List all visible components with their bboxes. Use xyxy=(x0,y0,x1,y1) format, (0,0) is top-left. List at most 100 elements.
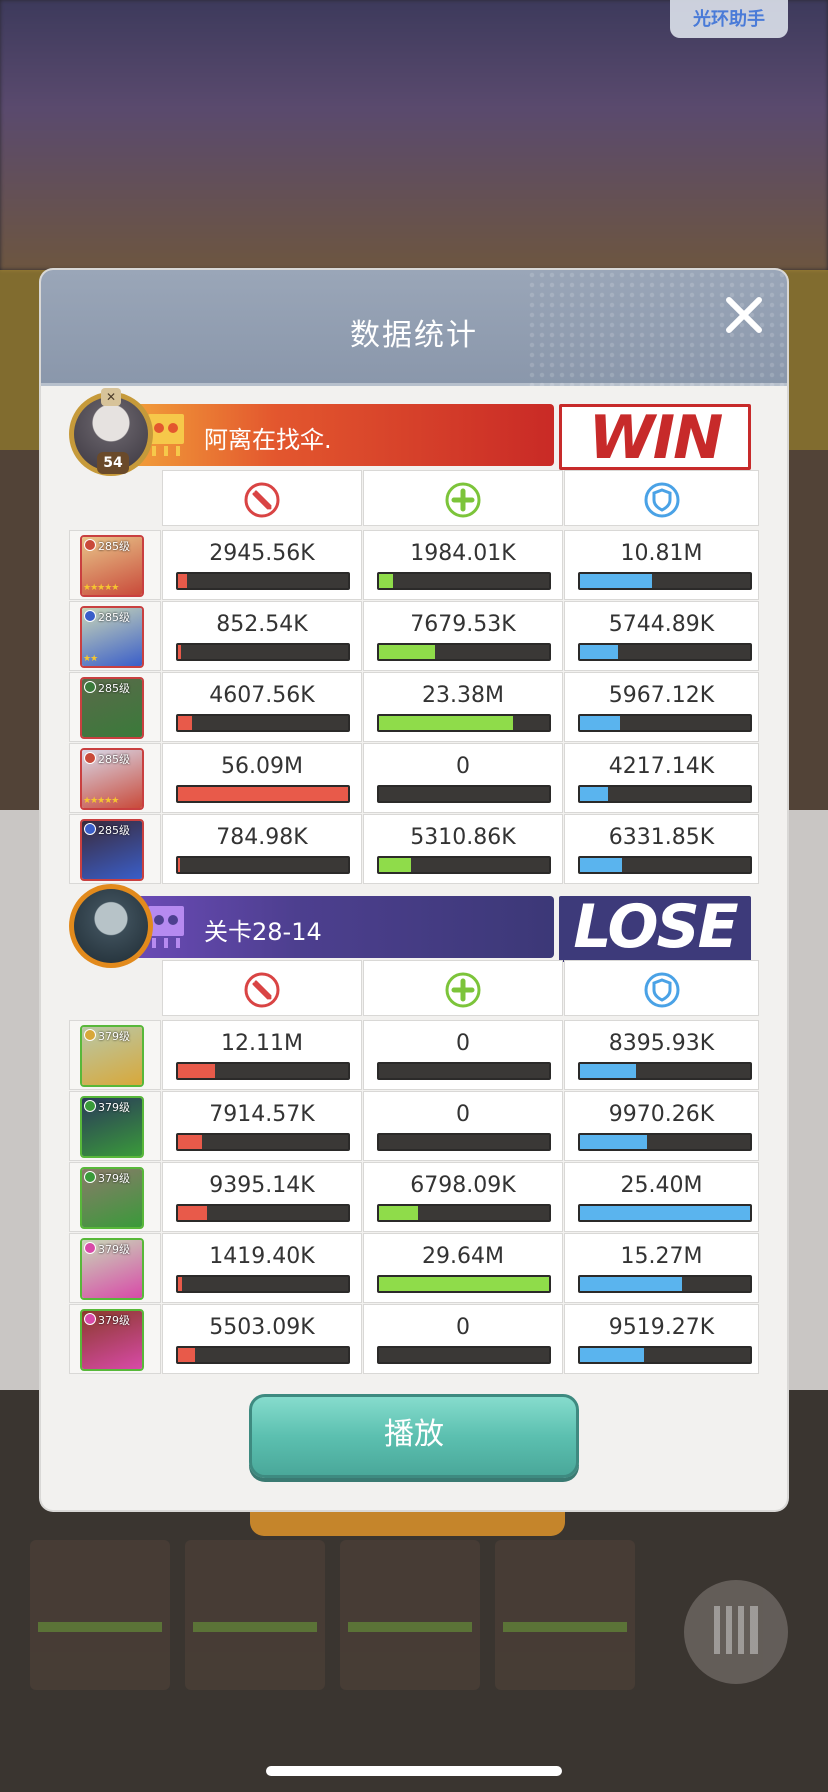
hero-stats-row: 379级 1419.40K 29.64M 15.27M xyxy=(69,1233,759,1303)
damage-bar-fill xyxy=(178,1206,207,1220)
shield-value: 6331.85K xyxy=(608,825,715,850)
hero-stats-row: 285级 784.98K 5310.86K 6331.85K xyxy=(69,814,759,884)
hero-portrait[interactable]: 379级 xyxy=(80,1309,144,1371)
element-icon xyxy=(84,681,96,693)
x-badge: ✕ xyxy=(101,388,121,406)
heal-value: 29.64M xyxy=(422,1244,504,1269)
hero-level: 285级 xyxy=(98,611,130,624)
hero-portrait[interactable]: 285级 ★★★★★ xyxy=(80,535,144,597)
hero-portrait[interactable]: 379级 xyxy=(80,1167,144,1229)
team-name: 阿离在找伞. xyxy=(204,426,332,454)
enemy-avatar[interactable] xyxy=(69,884,153,968)
shield-value: 5967.12K xyxy=(608,683,715,708)
hero-portrait[interactable]: 285级 xyxy=(80,677,144,739)
damage-bar-fill xyxy=(178,1277,183,1291)
damage-bar xyxy=(176,1133,350,1151)
shield-icon xyxy=(644,482,679,518)
element-icon xyxy=(84,539,96,551)
shield-value: 25.40M xyxy=(620,1173,703,1198)
damage-bar-fill xyxy=(178,716,192,730)
damage-value: 7914.57K xyxy=(209,1102,315,1127)
element-icon xyxy=(84,1242,96,1254)
heal-bar xyxy=(377,785,551,803)
damage-value: 852.54K xyxy=(216,612,308,637)
damage-bar-fill xyxy=(178,574,187,588)
damage-bar xyxy=(176,643,350,661)
hero-portrait[interactable]: 379级 xyxy=(80,1025,144,1087)
shield-value: 10.81M xyxy=(620,541,703,566)
shield-value: 9970.26K xyxy=(608,1102,715,1127)
hero-portrait[interactable]: 285级 ★★★★★ xyxy=(80,748,144,810)
damage-bar-fill xyxy=(178,1064,215,1078)
heal-value: 0 xyxy=(456,1315,470,1340)
shield-bar xyxy=(578,1346,752,1364)
shield-icon xyxy=(644,972,679,1008)
heal-value: 0 xyxy=(456,754,470,779)
shield-value: 4217.14K xyxy=(608,754,715,779)
heal-bar xyxy=(377,714,551,732)
heal-icon xyxy=(445,972,481,1008)
hero-stats-row: 285级 ★★ 852.54K 7679.53K 5744.89K xyxy=(69,601,759,671)
damage-bar-fill xyxy=(178,1135,202,1149)
shield-bar xyxy=(578,643,752,661)
damage-value: 9395.14K xyxy=(209,1173,315,1198)
damage-value: 4607.56K xyxy=(209,683,315,708)
shield-bar-fill xyxy=(580,716,620,730)
damage-bar xyxy=(176,1062,350,1080)
background-scoreboard xyxy=(20,95,810,175)
play-button[interactable]: 播放 xyxy=(249,1394,579,1478)
heal-value: 1984.01K xyxy=(410,541,516,566)
shield-value: 8395.93K xyxy=(608,1031,715,1056)
element-icon xyxy=(84,823,96,835)
close-icon xyxy=(726,297,762,333)
damage-value: 56.09M xyxy=(221,754,303,779)
heal-bar-fill xyxy=(379,645,435,659)
heal-bar xyxy=(377,856,551,874)
shield-value: 9519.27K xyxy=(608,1315,715,1340)
damage-icon xyxy=(244,972,280,1008)
hero-level: 379级 xyxy=(98,1172,130,1185)
hero-level: 379级 xyxy=(98,1101,130,1114)
hero-stars: ★★★★★ xyxy=(83,796,119,806)
hero-stats-row: 379级 5503.09K 0 9519.27K xyxy=(69,1304,759,1374)
heal-value: 5310.86K xyxy=(410,825,516,850)
damage-bar xyxy=(176,1275,350,1293)
hero-level: 379级 xyxy=(98,1243,130,1256)
helper-badge[interactable]: 光环助手 xyxy=(670,0,788,38)
hero-portrait[interactable]: 379级 xyxy=(80,1238,144,1300)
hero-stars: ★★ xyxy=(83,654,98,664)
shield-bar xyxy=(578,714,752,732)
damage-bar xyxy=(176,714,350,732)
shield-bar xyxy=(578,1275,752,1293)
heal-value: 7679.53K xyxy=(410,612,516,637)
damage-value: 784.98K xyxy=(216,825,308,850)
heal-bar xyxy=(377,572,551,590)
damage-value: 1419.40K xyxy=(209,1244,315,1269)
result-text: LOSE xyxy=(573,892,738,962)
hero-stats-row: 379级 9395.14K 6798.09K 25.40M xyxy=(69,1162,759,1232)
hero-level: 285级 xyxy=(98,753,130,766)
heal-bar xyxy=(377,1133,551,1151)
home-indicator[interactable] xyxy=(266,1766,562,1776)
heal-bar-fill xyxy=(379,574,394,588)
close-button[interactable] xyxy=(719,290,769,340)
heal-bar-fill xyxy=(379,1277,549,1291)
shield-value: 5744.89K xyxy=(608,612,715,637)
hero-level: 379级 xyxy=(98,1314,130,1327)
shield-bar xyxy=(578,856,752,874)
hero-level: 379级 xyxy=(98,1030,130,1043)
heal-value: 6798.09K xyxy=(410,1173,516,1198)
damage-bar xyxy=(176,856,350,874)
hero-portrait[interactable]: 285级 ★★ xyxy=(80,606,144,668)
hero-stats-row: 285级 ★★★★★ 56.09M 0 4217.14K xyxy=(69,743,759,813)
damage-icon xyxy=(244,482,280,518)
hero-stats-row: 285级 4607.56K 23.38M 5967.12K xyxy=(69,672,759,742)
shield-bar-fill xyxy=(580,1206,750,1220)
hero-portrait[interactable]: 379级 xyxy=(80,1096,144,1158)
heal-bar xyxy=(377,1346,551,1364)
result-badge-win: WIN xyxy=(559,404,751,470)
heal-value: 0 xyxy=(456,1031,470,1056)
hero-portrait[interactable]: 285级 xyxy=(80,819,144,881)
damage-bar-fill xyxy=(178,787,348,801)
shield-bar xyxy=(578,785,752,803)
